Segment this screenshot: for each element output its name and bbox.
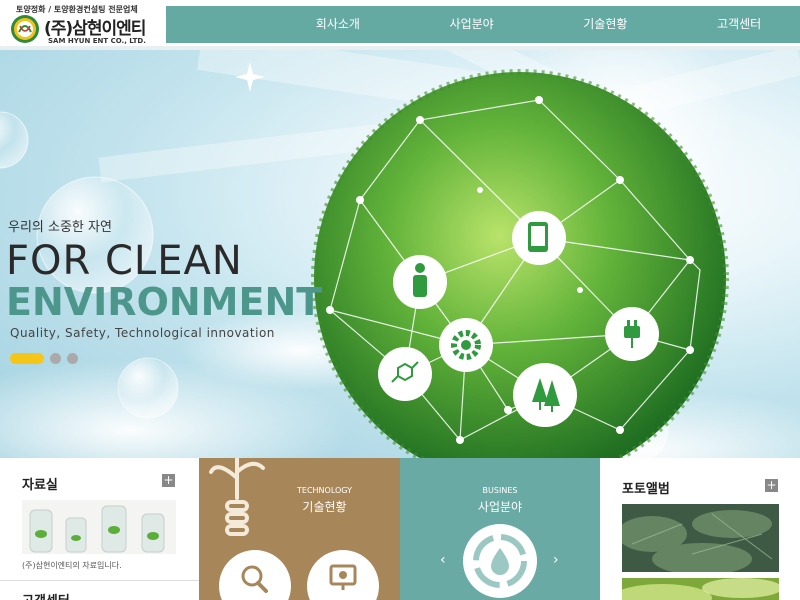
photo-more-button[interactable]: + (765, 479, 778, 492)
technology-label-ko: 기술현황 (302, 500, 347, 514)
person-icon (393, 255, 447, 309)
photo-thumbnail-2[interactable] (622, 578, 779, 600)
business-label-en: BUSINES (482, 486, 518, 495)
company-name-en: SAM HYUN ENT CO., LTD. (48, 37, 146, 45)
main-nav: 회사소개 사업분야 기술현황 고객센터 (166, 6, 800, 43)
archive-more-button[interactable]: + (162, 474, 175, 487)
site-header: 토양정화 / 토양환경컨설팅 전문업체 (주)삼현이엔티 SAM HYUN EN… (0, 0, 800, 46)
hero-description: Quality, Safety, Technological innovatio… (10, 326, 275, 340)
archive-title: 자료실 (22, 478, 58, 493)
business-label-ko: 사업분야 (477, 500, 523, 514)
archive-thumbnail[interactable] (22, 500, 176, 554)
business-panel[interactable]: BUSINES 사업분야 ‹ › (400, 458, 600, 600)
magnifier-icon (241, 565, 268, 593)
hero-subtitle: 우리의 소중한 자연 (8, 220, 112, 235)
slide-indicator (10, 352, 78, 364)
technology-panel[interactable]: TECHNOLOGY 기술현황 (199, 458, 400, 600)
nav-item-company[interactable]: 회사소개 (271, 6, 405, 43)
slide-dot-2[interactable] (50, 352, 61, 364)
trees-icon (513, 363, 577, 427)
slide-dot-3[interactable] (67, 352, 78, 364)
molecule-icon (378, 347, 432, 401)
samhyun-logo-icon (11, 15, 39, 43)
mobile-icon (512, 211, 566, 265)
business-next-arrow[interactable]: › (553, 552, 559, 568)
monitor-icon (329, 564, 357, 590)
technology-label-en: TECHNOLOGY (297, 486, 352, 495)
hero-title-line1: FOR CLEAN (6, 238, 243, 284)
slide-dot-1[interactable] (10, 352, 44, 364)
monitor-button[interactable] (307, 550, 379, 600)
site-logo[interactable]: 토양정화 / 토양환경컨설팅 전문업체 (주)삼현이엔티 SAM HYUN EN… (8, 2, 168, 46)
gear-icon (439, 318, 493, 372)
hero-banner: 우리의 소중한 자연 FOR CLEAN ENVIRONMENT Quality… (0, 50, 800, 458)
archive-caption[interactable]: (주)삼현이엔티의 자료입니다. (22, 560, 122, 571)
photo-album-panel: 포토앨범 + (600, 458, 800, 600)
recycle-water-icon (463, 524, 537, 598)
magnifier-button[interactable] (219, 550, 291, 600)
archive-panel: 자료실 + (주)삼현이엔티의 자료입니다. 고객센터 (0, 458, 199, 600)
plug-icon (605, 307, 659, 361)
photo-album-title: 포토앨범 (622, 482, 670, 497)
business-prev-arrow[interactable]: ‹ (440, 552, 446, 568)
nav-item-business[interactable]: 사업분야 (405, 6, 539, 43)
photo-thumbnail-1[interactable] (622, 504, 779, 572)
hero-title-line2: ENVIRONMENT (6, 280, 323, 324)
company-name: (주)삼현이엔티 (44, 19, 146, 39)
panel-divider (0, 580, 199, 581)
nav-item-customer[interactable]: 고객센터 (672, 6, 800, 43)
customer-center-title: 고객센터 (22, 590, 70, 600)
nav-item-technology[interactable]: 기술현황 (539, 6, 673, 43)
